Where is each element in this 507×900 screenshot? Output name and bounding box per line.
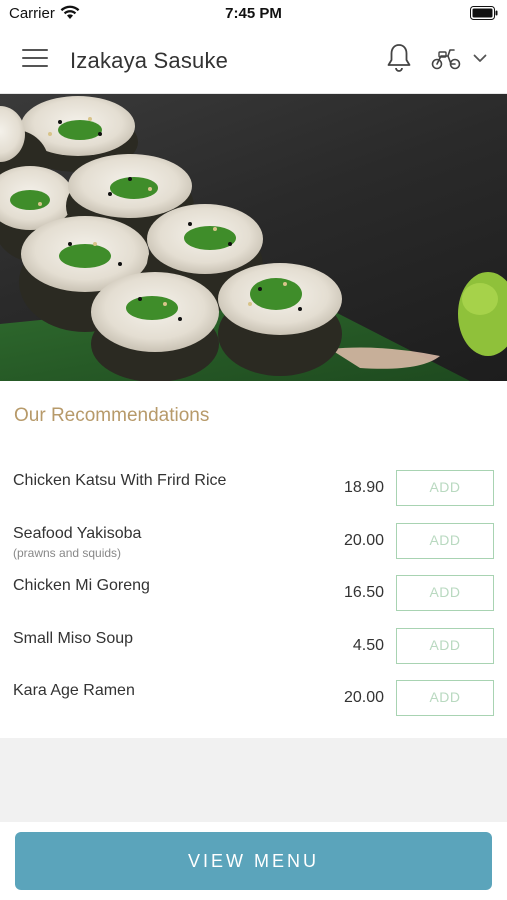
page-title: Izakaya Sasuke [70, 48, 229, 73]
list-item: Kara Age Ramen 20.00 ADD [0, 672, 507, 725]
spacer-band [0, 738, 507, 822]
item-name: Chicken Katsu With Frird Rice [13, 472, 227, 489]
item-name: Chicken Mi Goreng [13, 577, 150, 594]
status-bar: Carrier 7:45 PM [0, 0, 507, 26]
bell-icon[interactable] [386, 43, 412, 73]
menu-icon[interactable] [22, 49, 48, 69]
item-subtitle: (prawns and squids) [13, 545, 122, 560]
sushi-photo [0, 96, 507, 381]
scooter-icon[interactable] [431, 47, 461, 71]
add-button[interactable]: ADD [396, 627, 494, 664]
app-header: Izakaya Sasuke [0, 26, 507, 94]
view-menu-button[interactable]: VIEW MENU [15, 832, 492, 890]
add-button[interactable]: ADD [396, 575, 494, 611]
battery-icon [470, 6, 498, 20]
add-button[interactable]: ADD [396, 470, 494, 506]
add-button[interactable]: ADD [396, 680, 494, 716]
section-title: Our Recommendations [14, 405, 210, 426]
list-item: Chicken Katsu With Frird Rice 18.90 ADD [0, 462, 507, 515]
item-name: Seafood Yakisoba [13, 524, 142, 542]
item-price: 18.90 [343, 479, 384, 496]
item-price: 4.50 [352, 636, 384, 654]
status-time: 7:45 PM [225, 5, 282, 22]
list-item: Chicken Mi Goreng 16.50 ADD [0, 567, 507, 620]
item-price: 20.00 [343, 531, 384, 549]
add-button[interactable]: ADD [396, 522, 494, 559]
item-price: 16.50 [343, 584, 384, 601]
bottom-bar: VIEW MENU [0, 822, 507, 900]
hero-image [0, 94, 507, 381]
list-item: Seafood Yakisoba (prawns and squids) 20.… [0, 515, 507, 568]
recommendation-list: Chicken Katsu With Frird Rice 18.90 ADD … [0, 462, 507, 725]
chevron-down-icon[interactable] [473, 54, 487, 63]
item-name: Small Miso Soup [13, 629, 134, 647]
item-name: Kara Age Ramen [13, 682, 135, 699]
list-item: Small Miso Soup 4.50 ADD [0, 620, 507, 673]
item-price: 20.00 [343, 689, 384, 706]
